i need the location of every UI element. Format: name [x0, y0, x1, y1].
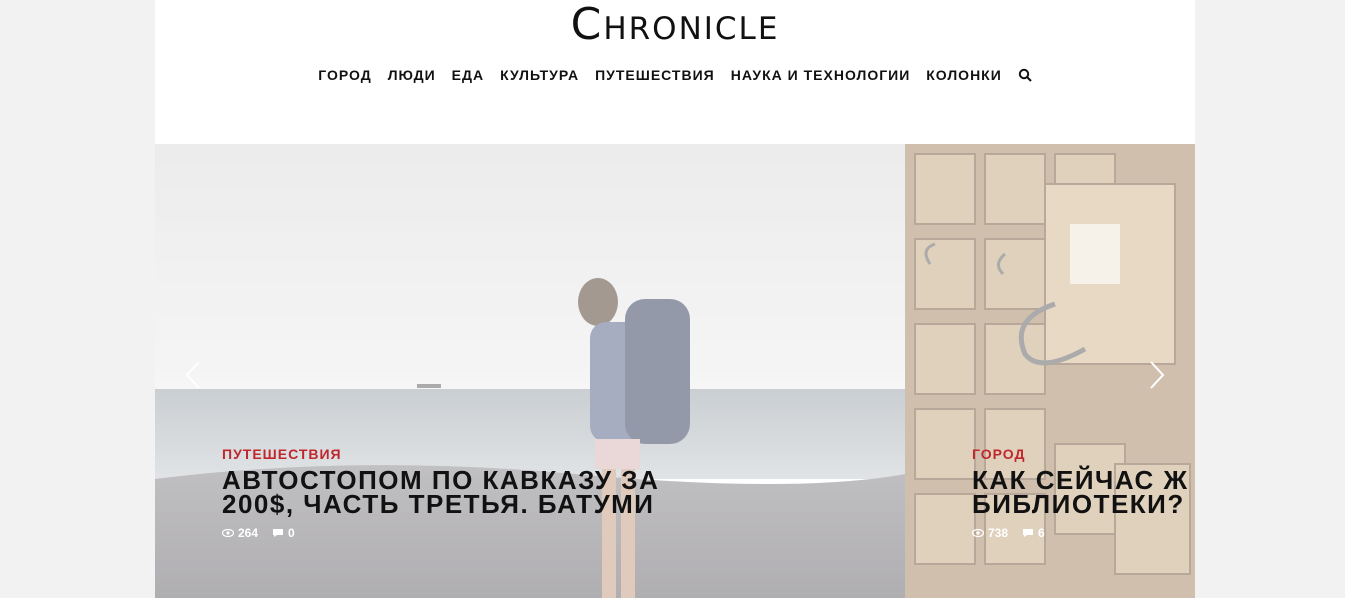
views-count: 264: [238, 526, 259, 540]
chevron-right-icon[interactable]: [1147, 360, 1167, 390]
comments-counter: 6: [1022, 526, 1045, 540]
nav-item-columns[interactable]: КОЛОНКИ: [926, 67, 1002, 83]
page-container: Chronicle ГОРОД ЛЮДИ ЕДА КУЛЬТУРА ПУТЕШЕ…: [155, 0, 1195, 598]
site-logo[interactable]: Chronicle: [155, 0, 1195, 50]
eye-icon: [222, 529, 234, 537]
views-counter: 264: [222, 526, 258, 540]
slide-meta: 738 6: [972, 526, 1188, 540]
slide-category[interactable]: ПУТЕШЕСТВИЯ: [222, 446, 659, 462]
comments-counter: 0: [272, 526, 295, 540]
nav-item-travel[interactable]: ПУТЕШЕСТВИЯ: [595, 67, 715, 83]
slide-title[interactable]: КАК СЕЙЧАС Ж БИБЛИОТЕКИ?: [972, 467, 1188, 519]
comment-icon: [1023, 529, 1034, 537]
chevron-left-icon[interactable]: [183, 360, 203, 390]
views-count: 738: [988, 526, 1009, 540]
slide-city[interactable]: ГОРОД КАК СЕЙЧАС Ж БИБЛИОТЕКИ? 738 6: [905, 144, 1195, 598]
featured-slider: ПУТЕШЕСТВИЯ АВТОСТОПОМ ПО КАВКАЗУ ЗА 200…: [155, 144, 1195, 598]
nav-item-food[interactable]: ЕДА: [452, 67, 484, 83]
nav-item-science-tech[interactable]: НАУКА И ТЕХНОЛОГИИ: [731, 67, 911, 83]
slide-title[interactable]: АВТОСТОПОМ ПО КАВКАЗУ ЗА 200$, ЧАСТЬ ТРЕ…: [222, 467, 659, 519]
main-nav: ГОРОД ЛЮДИ ЕДА КУЛЬТУРА ПУТЕШЕСТВИЯ НАУК…: [155, 67, 1195, 83]
nav-item-people[interactable]: ЛЮДИ: [388, 67, 436, 83]
eye-icon: [972, 529, 984, 537]
views-counter: 738: [972, 526, 1008, 540]
slide-title-line2: БИБЛИОТЕКИ?: [972, 489, 1185, 519]
comments-count: 6: [1038, 526, 1045, 540]
nav-item-culture[interactable]: КУЛЬТУРА: [500, 67, 579, 83]
nav-item-city[interactable]: ГОРОД: [318, 67, 371, 83]
comment-icon: [273, 529, 284, 537]
search-icon[interactable]: [1018, 68, 1032, 82]
slide-travel[interactable]: ПУТЕШЕСТВИЯ АВТОСТОПОМ ПО КАВКАЗУ ЗА 200…: [155, 144, 905, 598]
slide-title-line2: 200$, ЧАСТЬ ТРЕТЬЯ. БАТУМИ: [222, 489, 655, 519]
slide-info: ГОРОД КАК СЕЙЧАС Ж БИБЛИОТЕКИ? 738 6: [972, 446, 1188, 540]
slide-info: ПУТЕШЕСТВИЯ АВТОСТОПОМ ПО КАВКАЗУ ЗА 200…: [222, 446, 659, 540]
comments-count: 0: [288, 526, 295, 540]
slide-category[interactable]: ГОРОД: [972, 446, 1188, 462]
slide-meta: 264 0: [222, 526, 659, 540]
